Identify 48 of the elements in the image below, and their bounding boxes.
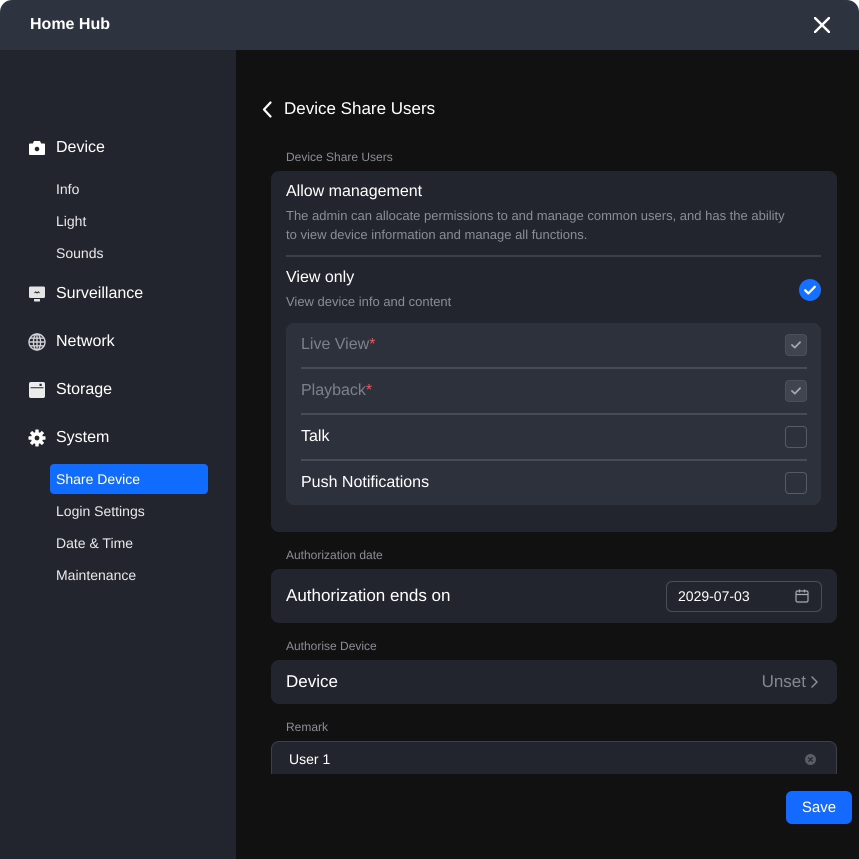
window-title: Home Hub bbox=[30, 16, 110, 34]
storage-icon bbox=[28, 381, 46, 399]
sidebar-item[interactable]: Maintenance bbox=[50, 560, 208, 590]
camera-icon bbox=[28, 139, 46, 157]
sidebar-item[interactable]: Date & Time bbox=[50, 528, 208, 558]
gear-icon bbox=[28, 429, 46, 447]
chevron-right-icon bbox=[811, 676, 818, 688]
device-row[interactable]: Device Unset bbox=[271, 660, 837, 704]
calendar-icon bbox=[795, 589, 809, 603]
section-label: Authorization date bbox=[286, 547, 383, 563]
page-title: Device Share Users bbox=[284, 99, 436, 119]
role-option[interactable]: Allow management The admin can allocate permissions to and manage common users, and has the ability to view device information and manage all functions. bbox=[286, 171, 821, 255]
check-icon bbox=[791, 387, 801, 395]
sidebar-item[interactable]: Surveillance bbox=[28, 282, 144, 306]
back-icon[interactable] bbox=[262, 100, 272, 118]
permission-label: Push Notifications bbox=[301, 474, 430, 492]
permission-label: Talk bbox=[301, 428, 330, 446]
monitor-icon bbox=[28, 285, 46, 303]
option-title: View only bbox=[286, 268, 354, 288]
sidebar-item[interactable]: Device bbox=[28, 136, 105, 160]
checkbox[interactable] bbox=[785, 472, 807, 494]
option-description: View device info and content bbox=[286, 293, 452, 311]
row-label: Device bbox=[286, 672, 338, 692]
sidebar-item[interactable]: Storage bbox=[28, 378, 112, 402]
save-button[interactable]: Save bbox=[786, 791, 852, 824]
option-title: Allow management bbox=[286, 182, 422, 202]
section-label: Authorise Device bbox=[286, 638, 377, 654]
section-label: Remark bbox=[286, 719, 328, 735]
checkbox[interactable] bbox=[785, 426, 807, 448]
sidebar-item[interactable]: System bbox=[28, 426, 110, 450]
row-value: Unset bbox=[762, 672, 806, 692]
sidebar-item[interactable]: Login Settings bbox=[50, 496, 208, 526]
close-icon[interactable] bbox=[814, 17, 830, 33]
option-description: The admin can allocate permissions to and manage common users, and has the ability to view device information and manage all functions. bbox=[286, 207, 786, 244]
sidebar-item[interactable]: Light bbox=[50, 206, 208, 236]
permission-label: Playback* bbox=[301, 382, 372, 400]
check-icon bbox=[791, 341, 801, 349]
check-icon bbox=[799, 278, 821, 300]
sidebar-item[interactable]: Sounds bbox=[50, 238, 208, 268]
section-label: Device Share Users bbox=[286, 149, 393, 165]
sidebar-item[interactable]: Info bbox=[50, 174, 208, 204]
remark-field[interactable]: User 1 bbox=[271, 741, 837, 774]
sidebar-item[interactable]: Network bbox=[28, 330, 115, 354]
globe-icon bbox=[28, 333, 46, 351]
permission-label: Live View* bbox=[301, 336, 376, 354]
sidebar-item[interactable]: Share Device bbox=[50, 464, 208, 494]
date-field[interactable]: 2029-07-03 bbox=[666, 580, 822, 612]
row-label: Authorization ends on bbox=[286, 586, 450, 606]
